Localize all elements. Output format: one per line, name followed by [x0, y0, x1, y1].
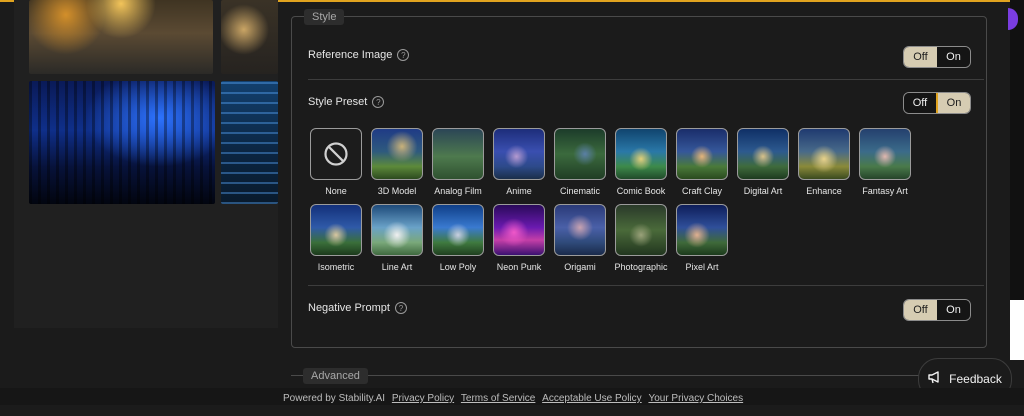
preset-thumbnail[interactable] — [493, 128, 545, 180]
preset-thumbnail[interactable] — [310, 128, 362, 180]
toggle-off-option[interactable]: Off — [904, 300, 937, 320]
preset-label: Line Art — [381, 262, 413, 272]
preset-label: Enhance — [806, 186, 842, 196]
help-icon[interactable]: ? — [397, 49, 410, 61]
style-preset-label: Style Preset — [308, 96, 368, 108]
preset-label: None — [325, 186, 347, 196]
style-preset-enhance[interactable]: Enhance — [796, 128, 852, 196]
preset-thumbnail[interactable] — [554, 204, 606, 256]
preset-thumbnail[interactable] — [371, 128, 423, 180]
style-preset-none[interactable]: None — [308, 128, 364, 196]
preset-thumbnail[interactable] — [371, 204, 423, 256]
preset-thumbnail[interactable] — [615, 128, 667, 180]
style-preset-low-poly[interactable]: Low Poly — [430, 204, 486, 272]
style-preset-digital-art[interactable]: Digital Art — [735, 128, 791, 196]
style-legend: Style — [304, 9, 345, 25]
style-preset-origami[interactable]: Origami — [552, 204, 608, 272]
style-preset-row: Style Preset ? — [308, 96, 385, 108]
style-panel: Style Reference Image ? Off On Style Pre… — [291, 9, 987, 348]
toggle-on-option[interactable]: On — [937, 300, 970, 320]
style-preset-line-art[interactable]: Line Art — [369, 204, 425, 272]
preset-thumbnail[interactable] — [554, 128, 606, 180]
style-preset-anime[interactable]: Anime — [491, 128, 547, 196]
style-preset-neon-punk[interactable]: Neon Punk — [491, 204, 547, 272]
style-preset-3d-model[interactable]: 3D Model — [369, 128, 425, 196]
edge-tab — [1010, 300, 1024, 360]
toggle-on-option[interactable]: On — [937, 47, 970, 67]
divider — [308, 285, 984, 286]
style-preset-photographic[interactable]: Photographic — [613, 204, 669, 272]
preset-thumbnail[interactable] — [432, 128, 484, 180]
right-edge-strip — [1010, 0, 1024, 300]
gallery-image-city-2[interactable] — [221, 81, 278, 204]
megaphone-icon — [928, 371, 942, 387]
preset-thumbnail[interactable] — [737, 128, 789, 180]
negative-prompt-label: Negative Prompt — [308, 302, 390, 314]
style-preset-pixel-art[interactable]: Pixel Art — [674, 204, 730, 272]
preset-label: Origami — [564, 262, 596, 272]
preset-label: Anime — [506, 186, 532, 196]
style-preset-isometric[interactable]: Isometric — [308, 204, 364, 272]
gallery-image-street[interactable] — [29, 0, 213, 74]
ban-icon — [324, 142, 348, 166]
style-preset-toggle[interactable]: Off On — [903, 92, 971, 114]
help-icon[interactable]: ? — [372, 96, 385, 108]
feedback-label: Feedback — [949, 372, 1002, 386]
divider — [308, 79, 984, 80]
preset-label: Pixel Art — [685, 262, 719, 272]
toggle-off-option[interactable]: Off — [904, 47, 937, 67]
reference-image-row: Reference Image ? — [308, 49, 410, 61]
preset-label: Cinematic — [559, 186, 600, 196]
preset-label: Photographic — [614, 262, 668, 272]
preset-label: Fantasy Art — [862, 186, 908, 196]
preset-label: Isometric — [317, 262, 355, 272]
footer: Powered by Stability.AI Privacy Policy T… — [0, 388, 1024, 405]
preset-label: Craft Clay — [681, 186, 722, 196]
style-preset-analog-film[interactable]: Analog Film — [430, 128, 486, 196]
preset-label: Analog Film — [434, 186, 482, 196]
reference-image-toggle[interactable]: Off On — [903, 46, 971, 68]
preset-thumbnail[interactable] — [615, 204, 667, 256]
toggle-on-option[interactable]: On — [936, 93, 970, 113]
style-preset-fantasy-art[interactable]: Fantasy Art — [857, 128, 913, 196]
footer-powered-by: Powered by Stability.AI — [283, 393, 386, 404]
preset-label: Comic Book — [616, 186, 666, 196]
preset-label: Neon Punk — [496, 262, 542, 272]
style-preset-cinematic[interactable]: Cinematic — [552, 128, 608, 196]
preset-label: Digital Art — [743, 186, 783, 196]
preset-thumbnail[interactable] — [676, 204, 728, 256]
preset-thumbnail[interactable] — [493, 204, 545, 256]
footer-link-privacy-choices[interactable]: Your Privacy Choices — [648, 393, 743, 404]
toggle-off-option[interactable]: Off — [904, 93, 936, 113]
help-icon[interactable]: ? — [394, 302, 407, 314]
advanced-legend[interactable]: Advanced — [303, 368, 368, 384]
preset-thumbnail[interactable] — [432, 204, 484, 256]
preset-label: 3D Model — [377, 186, 417, 196]
preset-label: Low Poly — [439, 262, 477, 272]
preset-thumbnail[interactable] — [676, 128, 728, 180]
gallery-image-street-2[interactable] — [221, 0, 278, 74]
preset-thumbnail[interactable] — [310, 204, 362, 256]
footer-link-privacy-policy[interactable]: Privacy Policy — [392, 393, 454, 404]
preset-thumbnail[interactable] — [859, 128, 911, 180]
negative-prompt-toggle[interactable]: Off On — [903, 299, 971, 321]
gallery-image-city[interactable] — [29, 81, 215, 204]
negative-prompt-row: Negative Prompt ? — [308, 302, 407, 314]
preset-thumbnail[interactable] — [798, 128, 850, 180]
footer-link-terms-of-service[interactable]: Terms of Service — [461, 393, 535, 404]
style-preset-comic-book[interactable]: Comic Book — [613, 128, 669, 196]
footer-link-acceptable-use-policy[interactable]: Acceptable Use Policy — [542, 393, 642, 404]
style-preset-craft-clay[interactable]: Craft Clay — [674, 128, 730, 196]
reference-image-label: Reference Image — [308, 49, 393, 61]
